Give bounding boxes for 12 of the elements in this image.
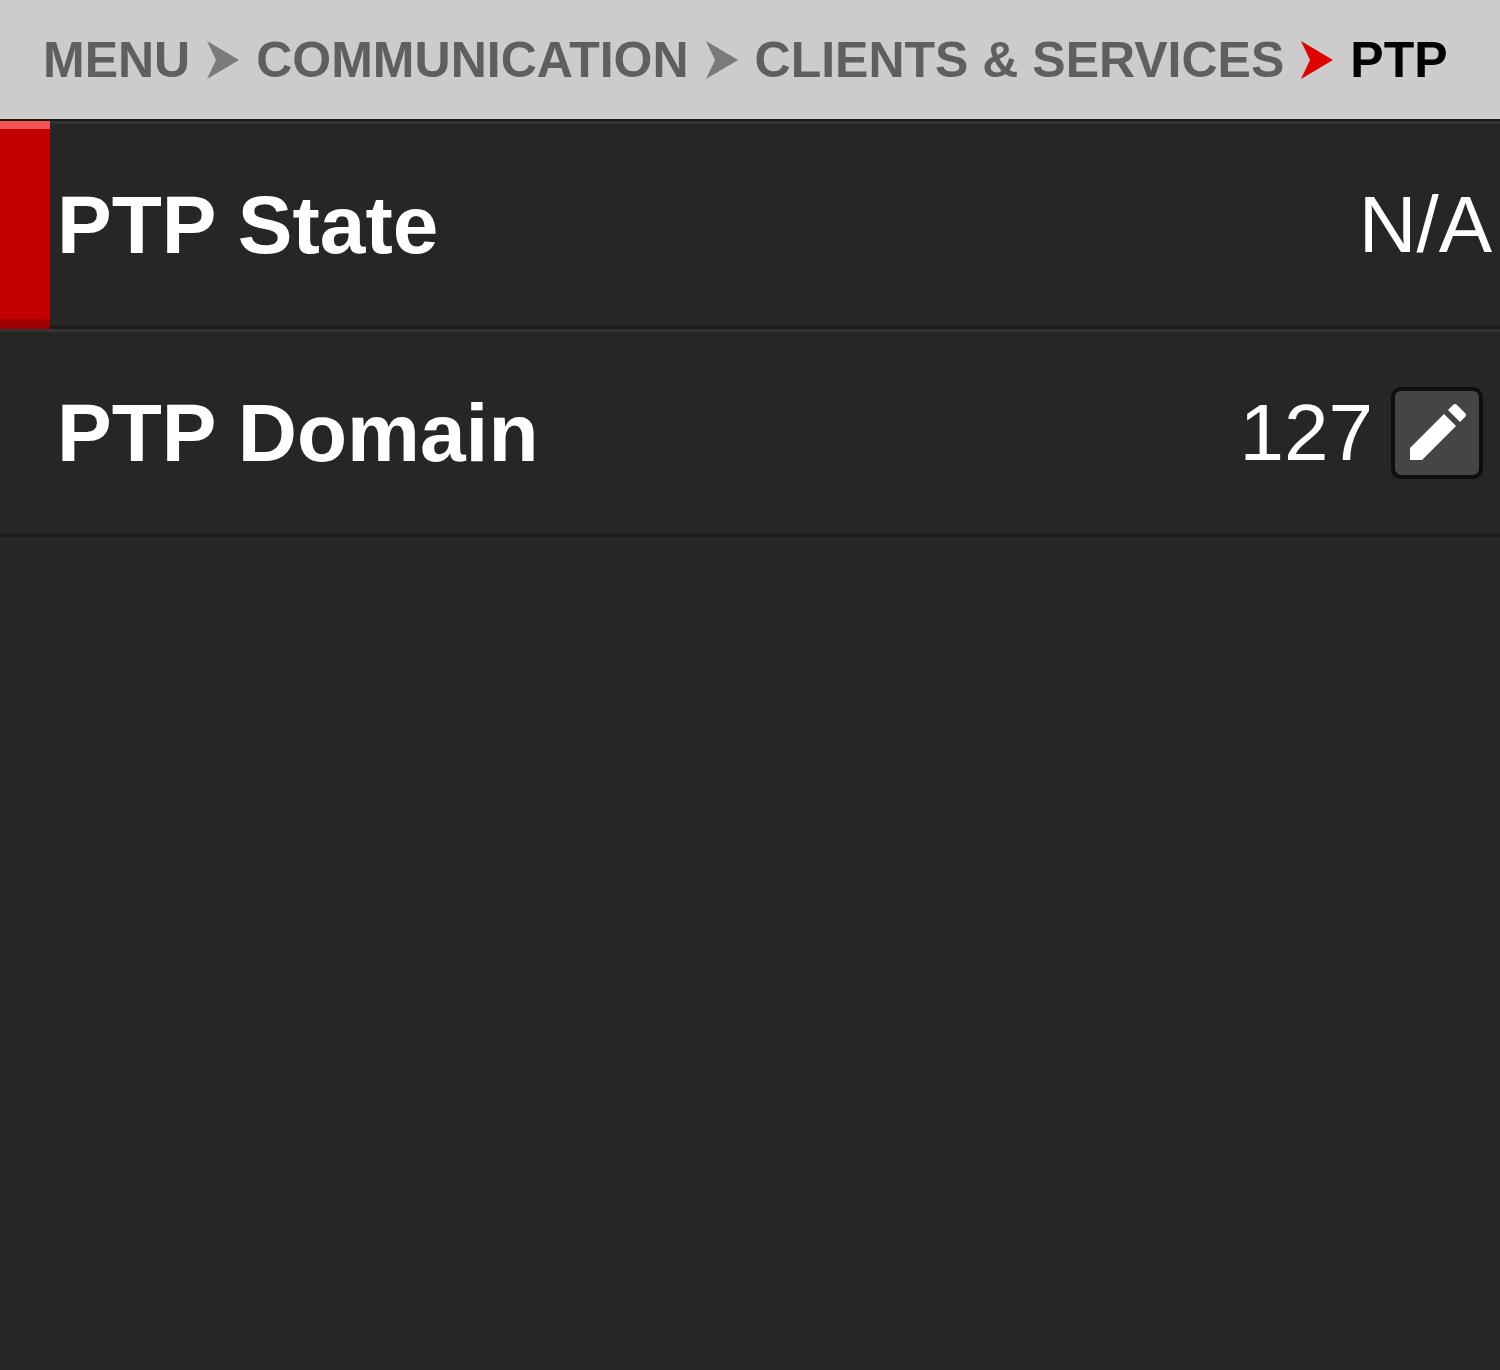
breadcrumb-current: PTP — [1350, 34, 1448, 85]
setting-row[interactable]: PTP Domain 127 — [0, 329, 1500, 537]
breadcrumb-link[interactable]: COMMUNICATION — [256, 34, 689, 85]
setting-value: 127 — [1239, 393, 1373, 473]
setting-row[interactable]: PTP State N/A — [0, 121, 1500, 329]
setting-label: PTP State — [56, 184, 439, 266]
breadcrumb-link[interactable]: CLIENTS & SERVICES — [754, 34, 1285, 85]
breadcrumb-link[interactable]: MENU — [43, 34, 191, 85]
setting-label: PTP Domain — [56, 392, 539, 474]
pencil-icon — [1408, 404, 1466, 462]
setting-value: N/A — [1358, 185, 1492, 265]
edit-button[interactable] — [1391, 387, 1483, 479]
